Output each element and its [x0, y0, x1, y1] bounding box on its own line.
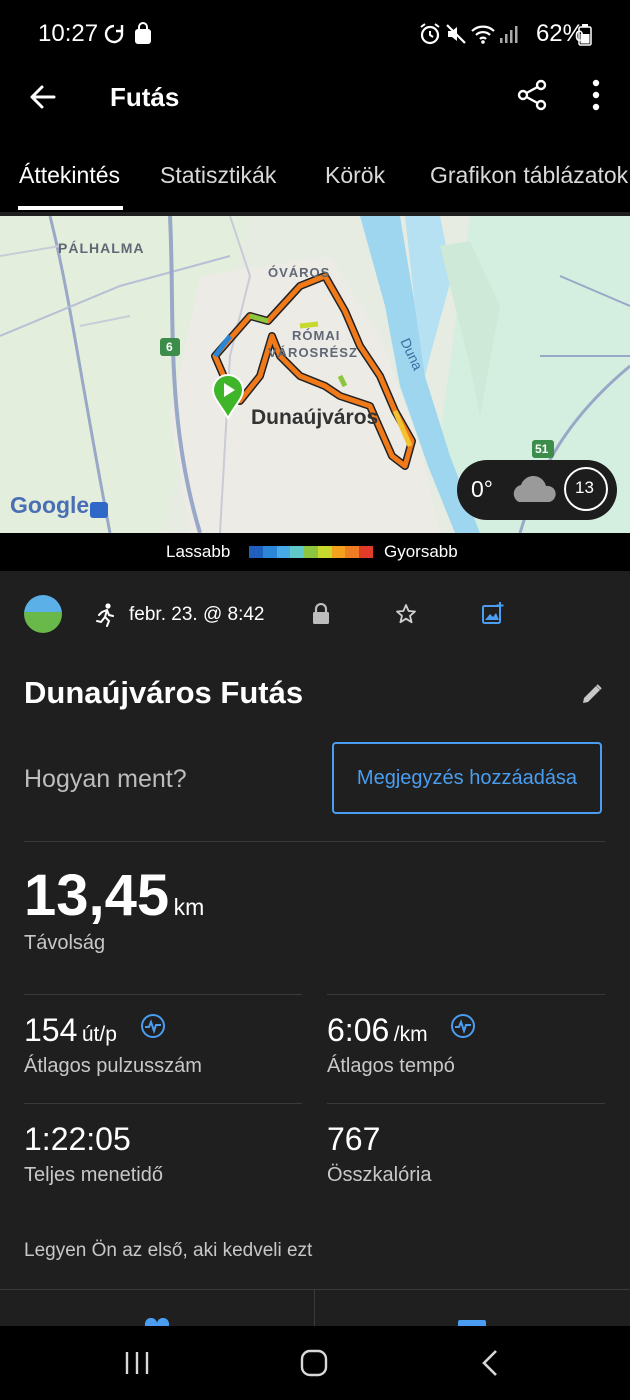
legend-color-scale: [249, 546, 374, 558]
back-nav-icon[interactable]: [480, 1349, 500, 1382]
cloud-icon: [507, 474, 559, 511]
distance-unit: km: [173, 894, 205, 920]
pace-legend: Lassabb Gyorsabb: [0, 533, 630, 571]
shopping-bag-icon: [132, 22, 154, 51]
map-label-romai: RÓMAI: [292, 328, 341, 343]
wifi-icon: [470, 22, 496, 51]
heart-rate-value: 154: [24, 1012, 78, 1048]
map-road-51: 51: [535, 442, 549, 456]
tab-indicator: [18, 206, 123, 210]
heart-rate-chart-icon[interactable]: [140, 1013, 166, 1044]
tab-statistics[interactable]: Statisztikák: [160, 162, 276, 189]
signal-icon: [498, 24, 518, 49]
heart-rate-unit: út/p: [81, 1023, 117, 1046]
legend-color-swatch: [304, 546, 318, 558]
duration-value: 1:22:05: [24, 1121, 131, 1157]
lock-icon[interactable]: [311, 602, 331, 630]
divider: [327, 994, 605, 995]
divider: [314, 1290, 315, 1326]
sync-icon: [102, 22, 126, 51]
calories-label: Összkalória: [327, 1164, 432, 1186]
weather-widget[interactable]: 0° 13: [457, 460, 617, 520]
map-label-city: Dunaújváros: [251, 406, 379, 429]
divider: [24, 1103, 302, 1104]
legend-color-swatch: [345, 546, 360, 558]
avatar[interactable]: [24, 595, 62, 633]
wind-speed: 13: [575, 478, 594, 497]
map-road-6: 6: [166, 340, 173, 354]
more-options-icon[interactable]: [590, 78, 602, 117]
likes-prompt: Legyen Ön az első, aki kedveli ezt: [24, 1240, 313, 1261]
activity-date: febr. 23. @ 8:42: [129, 604, 265, 625]
activity-title: Dunaújváros Futás: [24, 675, 304, 710]
how-did-it-go-label: Hogyan ment?: [24, 765, 187, 793]
legend-color-swatch: [331, 546, 346, 558]
pace-value: 6:06: [327, 1012, 390, 1048]
calories-value: 767: [327, 1121, 381, 1157]
legend-color-swatch: [359, 546, 374, 558]
divider: [24, 841, 605, 842]
legend-color-swatch: [262, 546, 277, 558]
legend-color-swatch: [249, 546, 263, 558]
distance-stat: 13,45 km: [24, 862, 204, 929]
tab-laps[interactable]: Körök: [325, 162, 385, 189]
map-label-ovaros: ÓVÁROS: [268, 265, 331, 280]
tab-charts[interactable]: Grafikon táblázatok: [430, 162, 628, 189]
distance-value: 13,45: [24, 863, 170, 928]
divider: [327, 1103, 605, 1104]
edit-pencil-icon[interactable]: [580, 682, 604, 711]
system-nav-bar: [0, 1326, 630, 1400]
alarm-icon: [418, 22, 442, 51]
status-time: 10:27: [38, 20, 99, 47]
mute-icon: [444, 22, 468, 51]
pace-chart-icon[interactable]: [450, 1013, 476, 1044]
battery-icon: [578, 24, 592, 51]
star-icon[interactable]: [395, 603, 417, 630]
home-icon[interactable]: [300, 1349, 328, 1382]
route-map[interactable]: PÁLHALMA ÓVÁROS RÓMAI VÁROSRÉSZ Dunaújvá…: [0, 216, 630, 533]
pace-label: Átlagos tempó: [327, 1055, 455, 1077]
share-icon[interactable]: [515, 78, 549, 117]
running-icon: [94, 603, 116, 632]
pace-unit: /km: [393, 1023, 428, 1046]
legend-slower: Lassabb: [166, 542, 231, 561]
map-label-palhalma: PÁLHALMA: [58, 240, 145, 256]
pace-stat[interactable]: 6:06 /km: [327, 1012, 428, 1049]
status-bar: 10:27 62%: [0, 0, 630, 68]
legend-color-swatch: [276, 546, 291, 558]
legend-color-swatch: [317, 546, 332, 558]
add-photo-icon[interactable]: [481, 601, 505, 630]
page-title: Futás: [110, 82, 180, 112]
tab-overview[interactable]: Áttekintés: [19, 162, 120, 189]
like-icon[interactable]: [144, 1318, 170, 1326]
back-arrow-icon[interactable]: [26, 80, 60, 119]
google-logo: Google: [10, 492, 90, 518]
divider: [24, 994, 302, 995]
legend-faster: Gyorsabb: [384, 542, 458, 561]
tab-bar: Áttekintés Statisztikák Körök Grafikon t…: [0, 138, 630, 212]
battery-percent: 62%: [535, 20, 584, 47]
distance-label: Távolság: [24, 932, 106, 954]
duration-label: Teljes menetidő: [24, 1164, 163, 1186]
divider: [0, 1289, 630, 1290]
add-note-button[interactable]: Megjegyzés hozzáadása: [332, 742, 602, 814]
legend-color-swatch: [290, 546, 305, 558]
app-bar: Futás: [0, 68, 630, 138]
recent-apps-icon[interactable]: [124, 1350, 150, 1381]
weather-temp: 0°: [471, 476, 493, 502]
heart-rate-label: Átlagos pulzusszám: [24, 1055, 202, 1077]
start-marker-icon: [211, 374, 245, 425]
map-label-varosresz: VÁROSRÉSZ: [268, 345, 358, 360]
heart-rate-stat[interactable]: 154 út/p: [24, 1012, 117, 1049]
